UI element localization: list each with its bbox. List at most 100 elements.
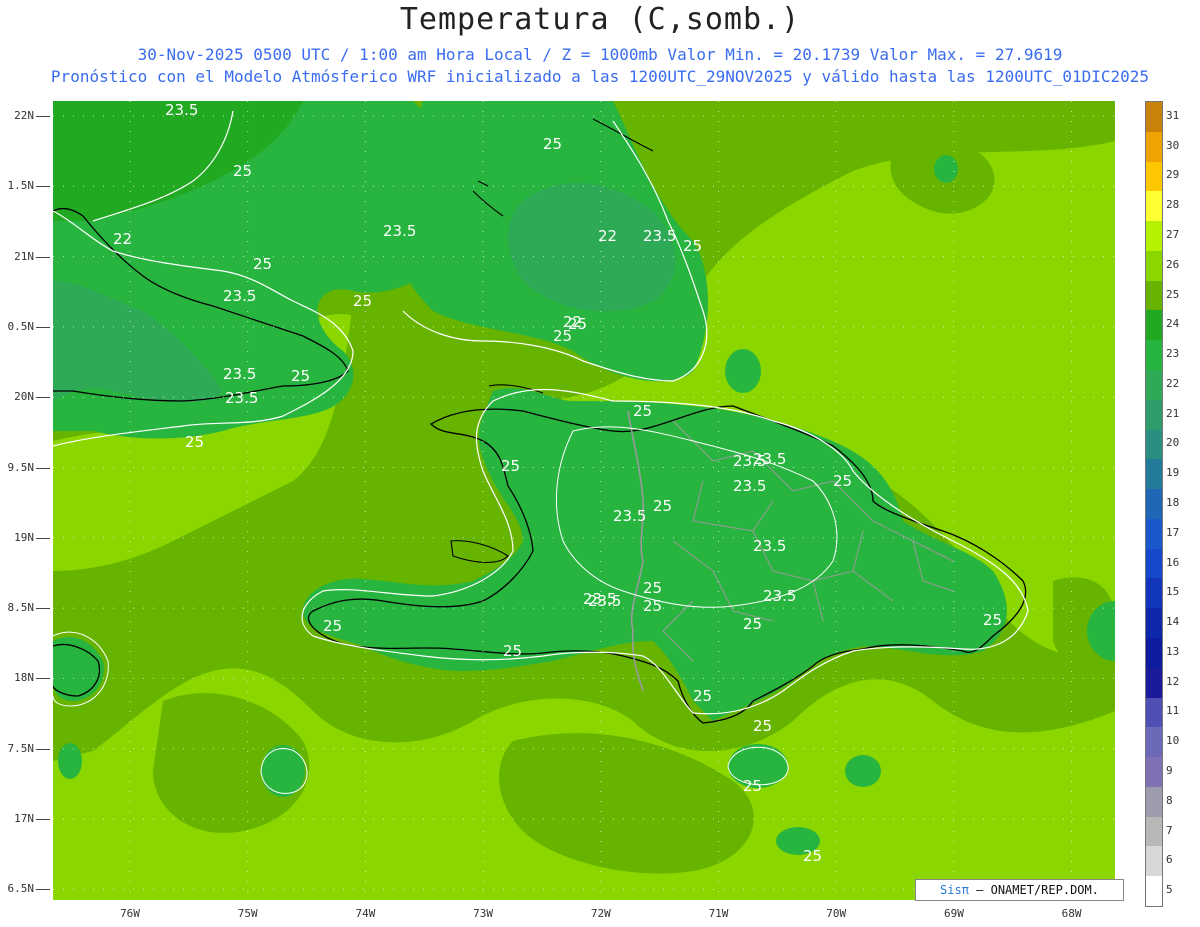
contour-label: 25 [643, 597, 662, 615]
contour-label: 25 [803, 847, 822, 865]
lat-tick [36, 889, 50, 891]
contour-label: 22 [113, 230, 132, 248]
island-small-1 [845, 755, 881, 787]
contour-label: 23.5 [225, 389, 258, 407]
legend-swatch [1146, 489, 1162, 520]
legend-swatch [1146, 161, 1162, 192]
legend-swatch [1146, 548, 1162, 579]
legend-label: 17 [1166, 525, 1180, 539]
legend-label: 9 [1166, 764, 1173, 777]
contour-label: 25 [543, 135, 562, 153]
contour-label: 25 [233, 162, 252, 180]
legend-swatch [1146, 399, 1162, 431]
lon-label: 75W [237, 907, 258, 920]
contour-label: 23.5 [383, 222, 416, 240]
contour-label: 25 [501, 457, 520, 475]
legend-swatch [1146, 697, 1162, 728]
legend-swatch [1146, 786, 1162, 818]
legend-label: 7 [1166, 823, 1173, 837]
legend-swatch [1146, 102, 1162, 133]
legend-label: 20 [1166, 436, 1180, 450]
legend-swatch [1146, 638, 1162, 669]
lat-label: 20N [14, 390, 34, 404]
legend-label: 6 [1166, 853, 1173, 867]
lat-tick [36, 608, 50, 610]
legend-label: 15 [1166, 585, 1180, 599]
contour-label: 23.5 [733, 477, 766, 495]
legend-label: 10 [1166, 734, 1180, 748]
legend-label: 28 [1166, 198, 1180, 212]
contour-label: 25 [503, 642, 522, 660]
legend-swatch [1146, 608, 1162, 639]
temperature-map: 23.52522 23.5252523.523.523.525252523.525… [53, 101, 1115, 900]
legend-label: 14 [1166, 615, 1180, 629]
lat-label: 19N [14, 530, 34, 544]
map-area: 23.5 25 22 23.5 25 25 23.5 23.5 23.5 25 25 25 23.5 25… [53, 101, 1115, 900]
lat-tick [36, 467, 50, 469]
lat-label: 17N [14, 812, 34, 825]
contour-label: 23.5 [583, 590, 616, 608]
legend-label: 21 [1166, 406, 1180, 420]
legend-swatch [1146, 250, 1162, 282]
contour-label: 25 [633, 402, 652, 420]
lat-label: 8.5N [7, 601, 35, 615]
lon-label: 70W [826, 907, 847, 920]
legend-swatch [1146, 518, 1162, 550]
legend-swatch [1146, 429, 1162, 460]
lat-tick [36, 186, 50, 188]
legend-swatch [1146, 340, 1162, 371]
legend-swatch [1146, 221, 1162, 252]
lat-tick [36, 116, 50, 117]
lon-label: 72W [590, 907, 611, 920]
lat-tick [36, 748, 50, 750]
legend-swatch [1146, 816, 1162, 847]
lat-tick [36, 537, 50, 539]
lon-label: 76W [120, 907, 140, 920]
legend-swatch [1146, 131, 1162, 163]
subtitle-model-info: Pronóstico con el Modelo Atmósferico WRF… [50, 67, 1150, 86]
legend-label: 29 [1166, 168, 1180, 182]
lat-tick [36, 678, 50, 680]
island-sw-1 [58, 743, 82, 779]
lon-label: 71W [708, 907, 729, 920]
contour-label: 25 [643, 579, 662, 597]
contour-label: 25 [743, 777, 762, 795]
lat-label: 9.5N [7, 460, 35, 474]
lat-label: 21N [14, 249, 34, 263]
contour-label: 25 [553, 327, 572, 345]
contour-label: 25 [743, 615, 762, 633]
lat-tick [36, 326, 50, 328]
island-small-2 [725, 349, 761, 393]
legend-label: 25 [1166, 287, 1180, 301]
legend-label: 11 [1166, 704, 1180, 718]
lat-label: 18N [14, 671, 34, 685]
contour-label: 23.5 [763, 587, 796, 605]
legend-swatch [1146, 727, 1162, 758]
credit-box: Sisπ – ONAMET/REP.DOM. [915, 879, 1124, 901]
legend-label: 13 [1166, 644, 1180, 658]
legend-swatch [1146, 876, 1162, 907]
contour-label: 23.5 [613, 507, 646, 525]
island-ne-1 [934, 155, 958, 183]
contour-label: 23.5 [753, 537, 786, 555]
lat-label: 7.5N [7, 741, 35, 755]
contour-label: 25 [653, 497, 672, 515]
contour-label: 25 [683, 237, 702, 255]
contour-label: 25 [291, 367, 310, 385]
lat-label: 1.5N [7, 179, 35, 193]
contour-label: 23.5 [223, 365, 256, 383]
lon-label: 73W [473, 907, 494, 920]
contour-label: 25 [185, 433, 204, 451]
lon-label: 68W [1061, 907, 1082, 920]
credit-text: – ONAMET/REP.DOM. [968, 883, 1099, 897]
legend-swatch [1146, 459, 1162, 490]
lat-tick [36, 819, 50, 820]
legend-swatch [1146, 846, 1162, 877]
legend-label: 31 [1166, 108, 1180, 122]
legend-label: 27 [1166, 228, 1180, 241]
color-legend [1145, 101, 1163, 907]
legend-label: 22 [1166, 376, 1180, 390]
contour-label: 25 [323, 617, 342, 635]
credit-brand: Sisπ [940, 883, 969, 897]
legend-label: 24 [1166, 317, 1180, 331]
